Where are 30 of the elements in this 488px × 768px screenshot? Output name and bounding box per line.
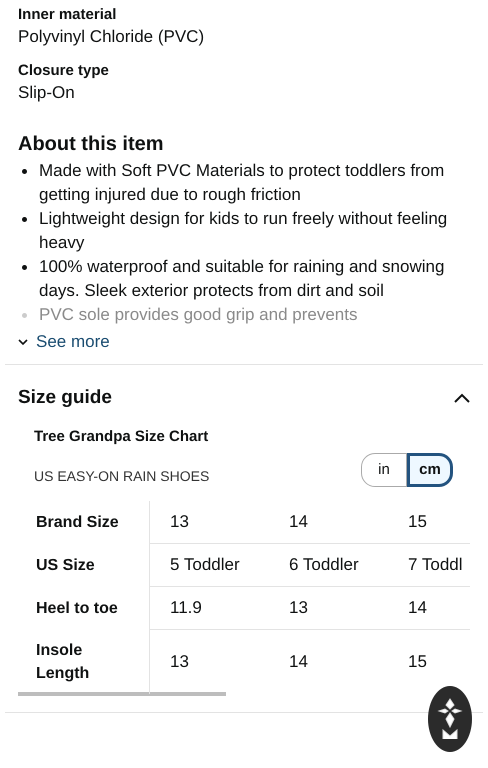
- table-cell-text: 14: [288, 651, 309, 674]
- table-cell-text: 15: [407, 511, 428, 534]
- table-cell-text: 13: [288, 597, 309, 620]
- ornament-icon: [437, 697, 463, 741]
- bullet-text: PVC sole provides good grip and prevents: [39, 304, 358, 326]
- table-cell-text: 15: [407, 651, 428, 674]
- unit-toggle[interactable]: cm: [407, 453, 453, 487]
- spec-label: Inner material: [18, 5, 118, 25]
- row-header: US Size: [18, 544, 150, 587]
- chevron-icon: [454, 393, 470, 403]
- see-more-link[interactable]: See more: [18, 330, 110, 354]
- chevron-down-icon: [18, 338, 28, 346]
- bullet-text: Made with Soft PVC Materials to protect toddlers from getting injured due to rough friction: [39, 160, 446, 206]
- spec-value: Slip-On: [18, 82, 76, 104]
- row-header: Heel to toe: [18, 587, 150, 630]
- table-cell-text: 6 Toddler: [288, 554, 360, 576]
- bullet-text: 100% waterproof and suitable for raining and snowing days. Sleek exterior protects from dirt and soil: [39, 256, 446, 302]
- table-cell-text: 5 Toddler: [169, 554, 241, 576]
- bullet-text: Lightweight design for kids to run freely without feeling heavy: [39, 208, 448, 254]
- table-cell-text: 11.9: [169, 597, 203, 620]
- spec-label: Closure type: [18, 61, 110, 81]
- table-cell-text: 14: [288, 511, 309, 534]
- spec-value: Polyvinyl Chloride (PVC): [18, 26, 206, 48]
- section-heading: About this item: [18, 132, 165, 157]
- chart-subtitle: US EASY-ON RAIN SHOES: [34, 466, 210, 486]
- row-header: Brand Size: [18, 501, 150, 544]
- table-cell-text: 7 Toddl: [407, 554, 464, 576]
- table-cell-text: 13: [169, 511, 190, 534]
- table-cell-text: 13: [169, 651, 190, 674]
- table-cell-text: 14: [407, 597, 428, 620]
